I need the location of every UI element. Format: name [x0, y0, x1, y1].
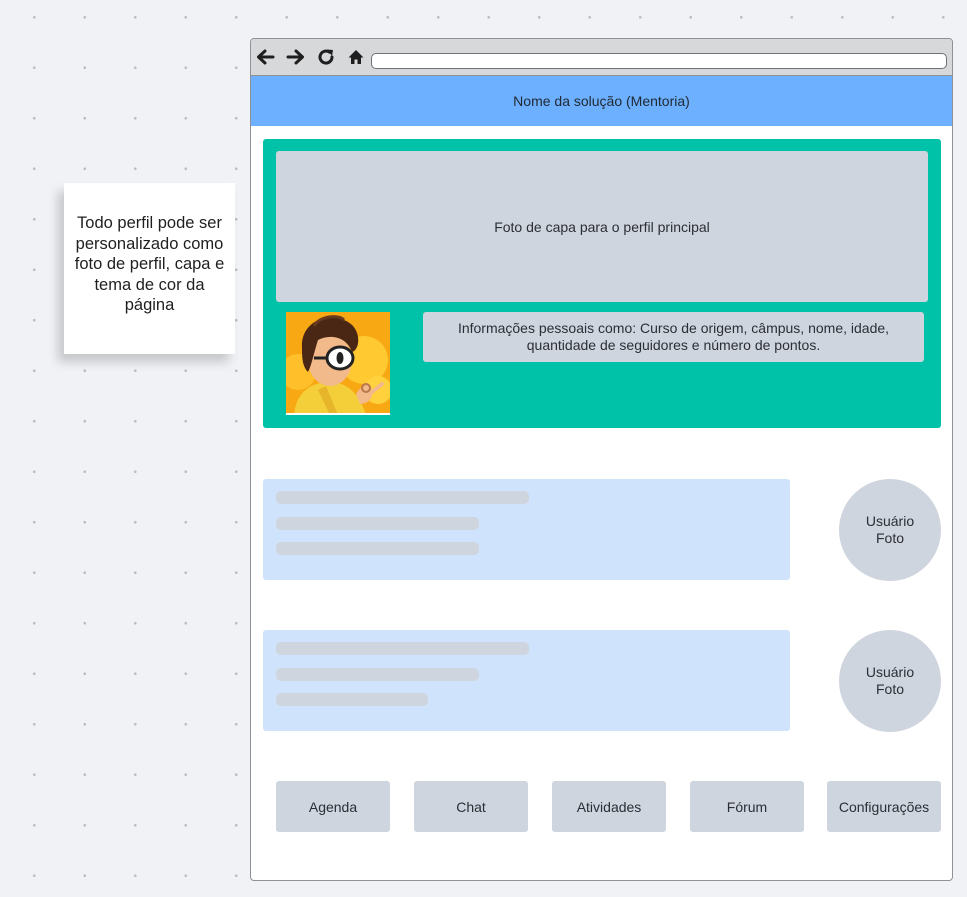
nav-button-forum[interactable]: Fórum [690, 781, 804, 832]
user-photo-label-line-1: Usuário [865, 664, 915, 680]
cover-photo-label: Foto de capa para o perfil principal [494, 218, 710, 235]
personal-info: Informações pessoais como: Curso de orig… [423, 312, 924, 362]
app-header: Nome da solução (Mentoria) [251, 76, 952, 126]
post-text-placeholder [276, 542, 479, 555]
home-icon[interactable] [345, 46, 367, 68]
post-card[interactable] [263, 479, 790, 580]
user-photo[interactable]: Usuário Foto [839, 479, 941, 581]
post-text-placeholder [276, 491, 529, 504]
nav-button-agenda[interactable]: Agenda [276, 781, 390, 832]
url-bar[interactable] [371, 53, 947, 69]
post-card[interactable] [263, 630, 790, 731]
user-photo-label-line-2: Foto [875, 530, 904, 546]
forward-arrow-icon[interactable] [285, 46, 307, 68]
nav-button-atividades[interactable]: Atividades [552, 781, 666, 832]
nav-button-configuracoes[interactable]: Configurações [827, 781, 941, 832]
browser-window: Nome da solução (Mentoria) Foto de capa … [250, 38, 953, 881]
post-text-placeholder [276, 642, 529, 655]
user-photo-label-line-2: Foto [875, 681, 904, 697]
sticky-note: Todo perfil pode ser personalizado como … [64, 183, 235, 354]
app-title: Nome da solução (Mentoria) [513, 93, 690, 109]
personal-info-line-1: Informações pessoais como: Curso de orig… [457, 320, 890, 336]
post-text-placeholder [276, 668, 479, 681]
refresh-icon[interactable] [315, 46, 337, 68]
personal-info-line-2: quantidade de seguidores e número de pon… [526, 337, 821, 353]
sticky-note-text: Todo perfil pode ser personalizado como … [74, 214, 225, 314]
cover-photo[interactable]: Foto de capa para o perfil principal [276, 151, 928, 302]
post-text-placeholder [276, 517, 479, 530]
user-photo-label-line-1: Usuário [865, 513, 915, 529]
user-photo[interactable]: Usuário Foto [839, 630, 941, 732]
profile-avatar[interactable] [286, 312, 390, 415]
browser-toolbar [251, 39, 952, 76]
post-text-placeholder [276, 693, 428, 706]
back-arrow-icon[interactable] [254, 46, 276, 68]
nav-button-chat[interactable]: Chat [414, 781, 528, 832]
profile-section: Foto de capa para o perfil principal Inf… [263, 139, 941, 428]
